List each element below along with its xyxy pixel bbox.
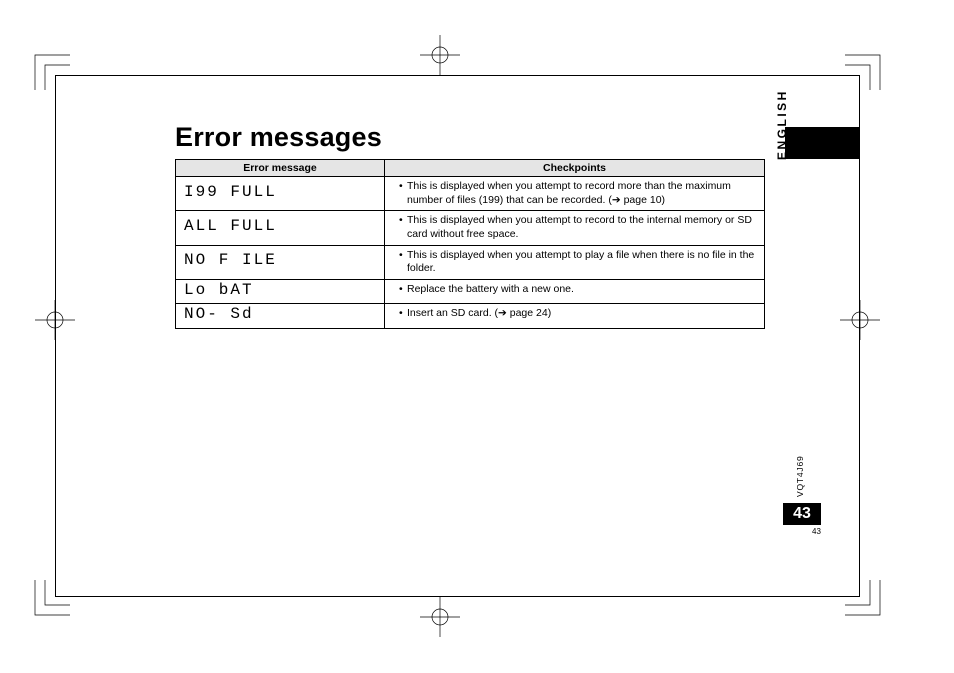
registration-mark-icon (840, 300, 880, 340)
crop-mark-icon (845, 30, 905, 90)
content-area: Error messages Error message Checkpoints… (175, 122, 765, 329)
table-row: NO F ILE This is displayed when you atte… (176, 245, 765, 279)
checkpoint-cell: Replace the battery with a new one. (385, 279, 765, 304)
crop-mark-icon (10, 580, 70, 640)
page-title: Error messages (175, 122, 765, 153)
table-row: Lo bAT Replace the battery with a new on… (176, 279, 765, 304)
table-row: ALL FULL This is displayed when you atte… (176, 211, 765, 245)
error-message-text: NO- Sd (176, 304, 385, 329)
checkpoint-cell: This is displayed when you attempt to re… (385, 211, 765, 245)
document-code: VQT4J69 (795, 455, 805, 497)
side-tab (785, 127, 860, 159)
checkpoint-text: Replace the battery with a new one. (399, 283, 758, 297)
registration-mark-icon (35, 300, 75, 340)
table-header-checkpoints: Checkpoints (385, 160, 765, 177)
checkpoint-text: This is displayed when you attempt to re… (399, 214, 758, 241)
error-messages-table: Error message Checkpoints I99 FULL This … (175, 159, 765, 329)
page-number-small: 43 (812, 527, 821, 536)
table-row: NO- Sd Insert an SD card. (➔ page 24) (176, 304, 765, 329)
error-message-text: NO F ILE (176, 245, 385, 279)
checkpoint-cell: Insert an SD card. (➔ page 24) (385, 304, 765, 329)
crop-mark-icon (845, 580, 905, 640)
checkpoint-cell: This is displayed when you attempt to re… (385, 177, 765, 211)
error-message-text: Lo bAT (176, 279, 385, 304)
language-label: ENGLISH (775, 89, 789, 160)
checkpoint-text: Insert an SD card. (➔ page 24) (399, 307, 758, 321)
checkpoint-text: This is displayed when you attempt to pl… (399, 249, 758, 276)
checkpoint-cell: This is displayed when you attempt to pl… (385, 245, 765, 279)
table-row: I99 FULL This is displayed when you atte… (176, 177, 765, 211)
crop-mark-icon (10, 30, 70, 90)
table-header-message: Error message (176, 160, 385, 177)
registration-mark-icon (420, 597, 460, 637)
page-number: 43 (783, 503, 821, 525)
error-message-text: I99 FULL (176, 177, 385, 211)
registration-mark-icon (420, 35, 460, 75)
error-message-text: ALL FULL (176, 211, 385, 245)
checkpoint-text: This is displayed when you attempt to re… (399, 180, 758, 207)
